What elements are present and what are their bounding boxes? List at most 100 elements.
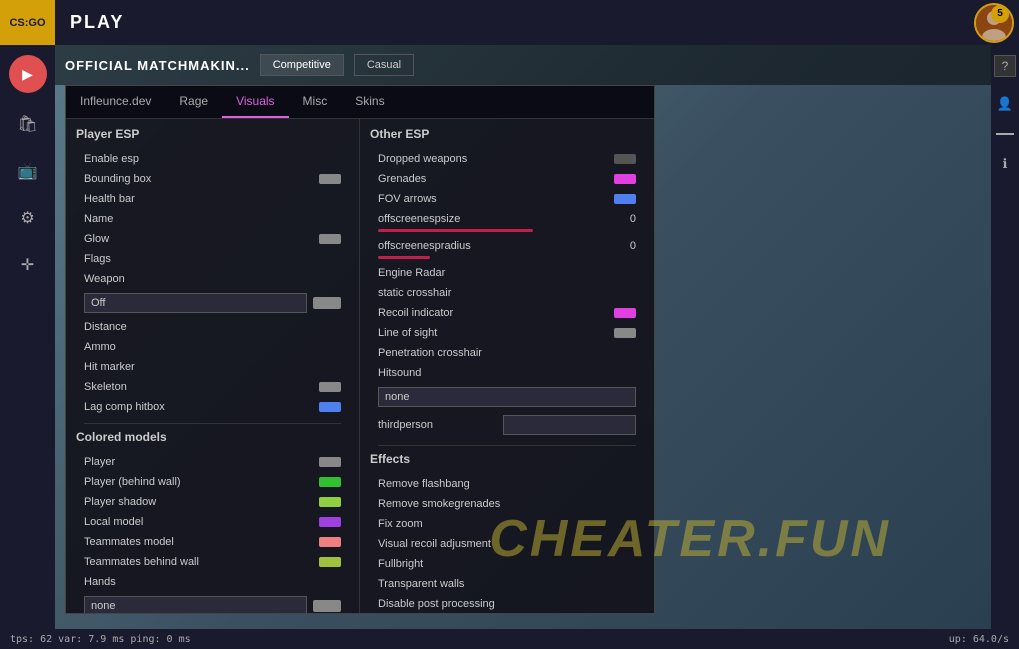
option-static-crosshair: static crosshair (370, 283, 644, 303)
hands-dropdown[interactable]: none (84, 596, 307, 613)
hitsound-dropdown[interactable]: none (378, 387, 636, 407)
offscreenespradius-slider[interactable] (378, 256, 430, 259)
weapon-dropdown[interactable]: Off (84, 293, 307, 313)
option-glow: Glow (76, 229, 349, 249)
name-label: Name (84, 213, 341, 225)
visual-recoil-label: Visual recoil adjusment (378, 538, 636, 550)
player-behind-wall-label: Player (behind wall) (84, 476, 313, 488)
tab-misc[interactable]: Misc (289, 86, 342, 118)
option-health-bar: Health bar (76, 189, 349, 209)
casual-btn[interactable]: Casual (354, 54, 414, 76)
sidebar-icon-settings[interactable]: ⚙ (12, 202, 44, 234)
option-recoil-indicator: Recoil indicator (370, 303, 644, 323)
tab-skins[interactable]: Skins (341, 86, 398, 118)
tab-visuals[interactable]: Visuals (222, 86, 288, 118)
static-crosshair-label: static crosshair (378, 287, 636, 299)
dropped-weapons-label: Dropped weapons (378, 153, 608, 165)
effect-fix-zoom: Fix zoom (370, 514, 644, 534)
effect-disable-post-processing: Disable post processing (370, 594, 644, 613)
status-left: tps: 62 var: 7.9 ms ping: 0 ms (10, 634, 191, 645)
player-behind-wall-swatch[interactable] (319, 477, 341, 487)
player-shadow-label: Player shadow (84, 496, 313, 508)
other-esp-title: Other ESP (370, 127, 644, 143)
hitsound-dropdown-row: none (370, 383, 644, 411)
option-fov-arrows: FOV arrows (370, 189, 644, 209)
option-ammo: Ammo (76, 337, 349, 357)
ammo-label: Ammo (84, 341, 341, 353)
offscreenespradius-value: 0 (616, 240, 636, 252)
option-offscreenespsize: offscreenespsize 0 (370, 209, 644, 229)
fix-zoom-label: Fix zoom (378, 518, 636, 530)
teammates-model-swatch[interactable] (319, 537, 341, 547)
play-button[interactable]: ▶ (9, 55, 47, 93)
distance-label: Distance (84, 321, 341, 333)
glow-swatch[interactable] (319, 234, 341, 244)
option-player-shadow: Player shadow (76, 492, 349, 512)
option-weapon: Weapon (76, 269, 349, 289)
sidebar-icon-crosshair[interactable]: ✛ (12, 249, 44, 281)
lag-comp-label: Lag comp hitbox (84, 401, 313, 413)
right-sidebar: ? 👤 ℹ (991, 45, 1019, 629)
status-bar: tps: 62 var: 7.9 ms ping: 0 ms up: 64.0/… (0, 629, 1019, 649)
weapon-label: Weapon (84, 273, 341, 285)
option-line-of-sight: Line of sight (370, 323, 644, 343)
weapon-color-swatch[interactable] (313, 297, 341, 309)
app-title: PLAY (70, 12, 124, 33)
teammates-behind-wall-swatch[interactable] (319, 557, 341, 567)
tab-rage[interactable]: Rage (165, 86, 222, 118)
thirdperson-dropdown[interactable] (503, 415, 636, 435)
teammates-behind-wall-label: Teammates behind wall (84, 556, 313, 568)
skeleton-label: Skeleton (84, 381, 313, 393)
help-button[interactable]: ? (994, 55, 1016, 77)
player-shadow-swatch[interactable] (319, 497, 341, 507)
offscreenespsize-label: offscreenespsize (378, 213, 610, 225)
cs-logo: CS:GO (0, 0, 55, 45)
hitsound-label: Hitsound (378, 367, 636, 379)
left-sidebar: ▶ 🛍 📺 ⚙ ✛ (0, 45, 55, 629)
line-of-sight-swatch[interactable] (614, 328, 636, 338)
profile-icon[interactable]: 👤 (993, 92, 1017, 116)
sidebar-icon-shop[interactable]: 🛍 (12, 108, 44, 140)
hit-marker-label: Hit marker (84, 361, 341, 373)
disable-post-processing-label: Disable post processing (378, 598, 636, 610)
transparent-walls-label: Transparent walls (378, 578, 636, 590)
effect-remove-flashbang: Remove flashbang (370, 474, 644, 494)
tab-infleunce[interactable]: Infleunce.dev (66, 86, 165, 118)
option-engine-radar: Engine Radar (370, 263, 644, 283)
option-local-model: Local model (76, 512, 349, 532)
bounding-box-swatch[interactable] (319, 174, 341, 184)
effect-transparent-walls: Transparent walls (370, 574, 644, 594)
competitive-btn[interactable]: Competitive (260, 54, 344, 76)
option-teammates-behind-wall: Teammates behind wall (76, 552, 349, 572)
top-right-area: 5 (974, 3, 1014, 43)
option-player-color: Player (76, 452, 349, 472)
option-offscreenespradius: offscreenespradius 0 (370, 236, 644, 256)
penetration-crosshair-label: Penetration crosshair (378, 347, 636, 359)
overlay-panel: Infleunce.dev Rage Visuals Misc Skins Pl… (65, 85, 655, 614)
left-column: Player ESP Enable esp Bounding box Healt… (66, 119, 360, 613)
option-flags: Flags (76, 249, 349, 269)
hands-dropdown-row: none (76, 592, 349, 613)
remove-flashbang-label: Remove flashbang (378, 478, 636, 490)
sidebar-icon-tv[interactable]: 📺 (12, 155, 44, 187)
xp-badge: 5 (991, 5, 1009, 23)
hands-color-swatch[interactable] (313, 600, 341, 612)
effect-visual-recoil: Visual recoil adjusment (370, 534, 644, 554)
recoil-indicator-swatch[interactable] (614, 308, 636, 318)
offscreenespradius-label: offscreenespradius (378, 240, 610, 252)
fov-arrows-swatch[interactable] (614, 194, 636, 204)
grenades-swatch[interactable] (614, 174, 636, 184)
lag-comp-swatch[interactable] (319, 402, 341, 412)
enable-esp-label: Enable esp (84, 153, 341, 165)
local-model-label: Local model (84, 516, 313, 528)
effect-remove-smokegrenades: Remove smokegrenades (370, 494, 644, 514)
info-icon[interactable]: ℹ (993, 152, 1017, 176)
offscreenespsize-slider[interactable] (378, 229, 533, 232)
colored-models-title: Colored models (76, 430, 349, 446)
local-model-swatch[interactable] (319, 517, 341, 527)
dropped-weapons-swatch[interactable] (614, 154, 636, 164)
matchmaking-bar: OFFICIAL MATCHMAKIN... Competitive Casua… (55, 45, 991, 85)
player-color-swatch[interactable] (319, 457, 341, 467)
thirdperson-label: thirdperson (378, 419, 497, 431)
skeleton-swatch[interactable] (319, 382, 341, 392)
